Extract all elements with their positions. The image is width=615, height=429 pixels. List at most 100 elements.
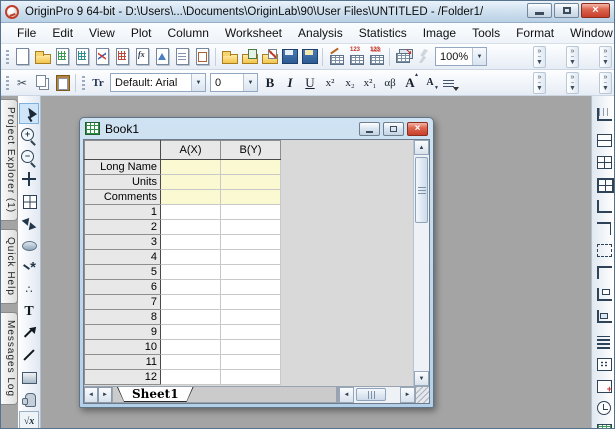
new-excel-icon[interactable]	[72, 46, 92, 67]
batch-processing-icon[interactable]	[393, 46, 413, 67]
row-number[interactable]: 1	[84, 204, 161, 220]
horizontal-scrollbar[interactable]: ◄ ►	[337, 387, 415, 403]
open-icon[interactable]	[219, 46, 239, 67]
add-inset-layer-icon[interactable]	[593, 283, 613, 304]
menu-item-analysis[interactable]: Analysis	[290, 23, 351, 43]
bold-button[interactable]: B	[260, 72, 280, 93]
cell[interactable]	[220, 324, 281, 340]
cut-icon[interactable]	[12, 72, 32, 93]
cell[interactable]	[220, 264, 281, 280]
toolbar-grip[interactable]	[6, 49, 9, 64]
italic-button[interactable]: I	[280, 72, 300, 93]
save-icon[interactable]	[279, 46, 299, 67]
horizontal-scroll-thumb[interactable]	[356, 388, 386, 401]
add-right-y-layer-icon[interactable]	[593, 151, 613, 172]
sheet-next-button[interactable]: ►	[98, 387, 112, 403]
new-workbook-icon[interactable]	[52, 46, 72, 67]
cell[interactable]	[220, 354, 281, 370]
new-3d-surface-icon[interactable]	[152, 46, 172, 67]
row-label[interactable]: Comments	[84, 189, 161, 205]
collapsed-toolbar-5[interactable]: » ▼	[566, 71, 579, 94]
collapsed-toolbar-2[interactable]: » ▼	[566, 45, 579, 68]
superscript-button[interactable]: x²	[320, 72, 340, 93]
minimize-button[interactable]	[527, 3, 552, 18]
cell[interactable]	[220, 219, 281, 235]
row-number[interactable]: 11	[84, 354, 161, 370]
new-project-icon[interactable]	[12, 46, 32, 67]
cell[interactable]	[220, 234, 281, 250]
apply-format-icon[interactable]: Tr	[88, 72, 108, 93]
pan-tool-icon[interactable]	[19, 389, 39, 410]
row-number[interactable]: 6	[84, 279, 161, 295]
line-tool-icon[interactable]	[19, 345, 39, 366]
dock-tab-project-explorer-1[interactable]: Project Explorer (1)	[1, 99, 18, 222]
new-layer-icon[interactable]	[593, 103, 613, 124]
menu-item-window[interactable]: Window	[562, 23, 614, 43]
add-top-x-right-y-layer-icon[interactable]	[593, 173, 614, 194]
chevron-down-icon[interactable]: ▼	[243, 74, 257, 91]
text-align-icon[interactable]	[440, 72, 460, 93]
row-number[interactable]: 9	[84, 324, 161, 340]
new-layout-icon[interactable]	[192, 46, 212, 67]
vertical-scrollbar[interactable]: ▲ ▼	[413, 140, 429, 386]
fit-layers-to-page-icon[interactable]	[593, 375, 613, 396]
cell[interactable]	[160, 339, 221, 355]
toolbar-grip[interactable]	[6, 75, 9, 90]
font-size-combobox[interactable]: 0 ▼	[210, 73, 258, 92]
row-number[interactable]: 8	[84, 309, 161, 325]
scroll-up-button[interactable]: ▲	[414, 140, 429, 155]
close-button[interactable]: ×	[581, 3, 610, 18]
cell[interactable]	[220, 309, 281, 325]
cell[interactable]	[160, 249, 221, 265]
menu-item-statistics[interactable]: Statistics	[351, 23, 415, 43]
text-tool-icon[interactable]	[19, 301, 39, 322]
menu-item-worksheet[interactable]: Worksheet	[217, 23, 290, 43]
mask-region-tool-icon[interactable]	[19, 235, 39, 256]
book-restore-button[interactable]	[383, 121, 404, 136]
layer-top-axes-icon[interactable]	[593, 217, 613, 238]
open-excel-icon[interactable]	[239, 46, 259, 67]
vertical-scroll-thumb[interactable]	[415, 157, 428, 223]
collapsed-toolbar-4[interactable]: » ▼	[533, 71, 546, 94]
menu-item-view[interactable]: View	[81, 23, 123, 43]
book1-window[interactable]: Book1 × A(X) B(Y) Long Name Units Comments 1 2…	[79, 117, 434, 408]
cell[interactable]	[160, 204, 221, 220]
maximize-button[interactable]	[554, 3, 579, 18]
import-ascii-icon[interactable]	[346, 46, 366, 67]
cell[interactable]	[160, 369, 221, 385]
column-header[interactable]: A(X)	[160, 140, 221, 160]
menu-item-column[interactable]: Column	[160, 23, 217, 43]
toolbar-grip[interactable]	[82, 75, 85, 90]
increase-font-button[interactable]: A	[400, 72, 420, 93]
new-function-icon[interactable]	[132, 46, 152, 67]
cell[interactable]	[220, 339, 281, 355]
sheet-tab[interactable]: Sheet1	[117, 387, 194, 402]
cell[interactable]	[220, 174, 281, 190]
import-multiple-ascii-icon[interactable]	[366, 46, 386, 67]
sup-sub-button[interactable]: x²₁	[360, 72, 380, 93]
cell[interactable]	[160, 279, 221, 295]
menu-item-image[interactable]: Image	[415, 23, 464, 43]
add-top-x-layer-icon[interactable]	[593, 129, 613, 150]
cell[interactable]	[220, 159, 281, 175]
cell[interactable]	[220, 369, 281, 385]
row-number[interactable]: 10	[84, 339, 161, 355]
row-number[interactable]: 2	[84, 219, 161, 235]
dock-tab-quick-help[interactable]: Quick Help	[1, 229, 18, 305]
cell[interactable]	[220, 294, 281, 310]
cell[interactable]	[220, 279, 281, 295]
cell[interactable]	[160, 294, 221, 310]
resize-grip[interactable]	[415, 387, 429, 403]
zoom-combobox[interactable]: 100% ▼	[435, 47, 487, 66]
pointer-tool-icon[interactable]	[19, 103, 39, 124]
row-number[interactable]: 3	[84, 234, 161, 250]
new-matrix-icon[interactable]	[112, 46, 132, 67]
cell[interactable]	[160, 234, 221, 250]
arrange-layers-icon[interactable]	[593, 353, 613, 374]
underline-button[interactable]: U	[300, 72, 320, 93]
row-label[interactable]: Long Name	[84, 159, 161, 175]
date-time-icon[interactable]	[593, 397, 613, 418]
screen-reader-tool-icon[interactable]	[19, 169, 39, 190]
cell[interactable]	[160, 159, 221, 175]
copy-icon[interactable]	[32, 72, 52, 93]
